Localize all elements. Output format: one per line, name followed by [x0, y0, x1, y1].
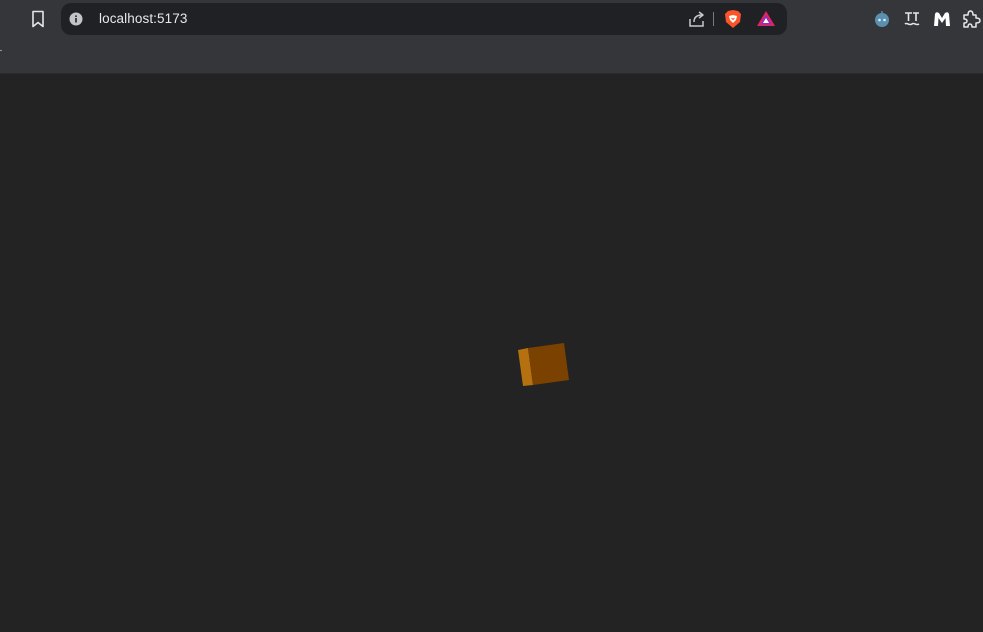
webgl-canvas[interactable]: [0, 74, 983, 632]
browser-toolbar: localhost:5173: [0, 0, 983, 38]
bookmarks-bar: [0, 38, 983, 74]
puzzle-extensions-icon: [963, 10, 981, 28]
robot-extension-icon: [875, 11, 889, 27]
brave-rewards-icon: [757, 11, 775, 26]
site-info-button[interactable]: [69, 12, 83, 26]
url-text[interactable]: localhost:5173: [99, 11, 187, 26]
bookmark-button[interactable]: [26, 7, 50, 31]
malwarebytes-extension-button[interactable]: [931, 8, 953, 30]
omnibox-separator: [713, 12, 714, 26]
translate-extension-icon: [904, 12, 920, 26]
brave-shields-button[interactable]: [723, 9, 743, 29]
translate-extension-button[interactable]: [901, 8, 923, 30]
share-button[interactable]: [687, 9, 707, 29]
page-viewport[interactable]: [0, 74, 983, 632]
address-bar[interactable]: localhost:5173: [61, 3, 787, 35]
brave-rewards-button[interactable]: [756, 9, 776, 29]
malwarebytes-extension-icon: [934, 12, 950, 26]
brave-shields-icon: [725, 10, 741, 28]
share-icon: [689, 11, 704, 27]
bookmarks-bar-edge: [0, 50, 2, 51]
site-info-icon: [69, 12, 83, 26]
puzzle-extensions-button[interactable]: [960, 8, 982, 30]
bookmark-icon: [32, 10, 44, 28]
rotating-cube: [518, 343, 569, 386]
robot-extension-button[interactable]: [871, 8, 893, 30]
cube-front-face: [528, 343, 569, 385]
